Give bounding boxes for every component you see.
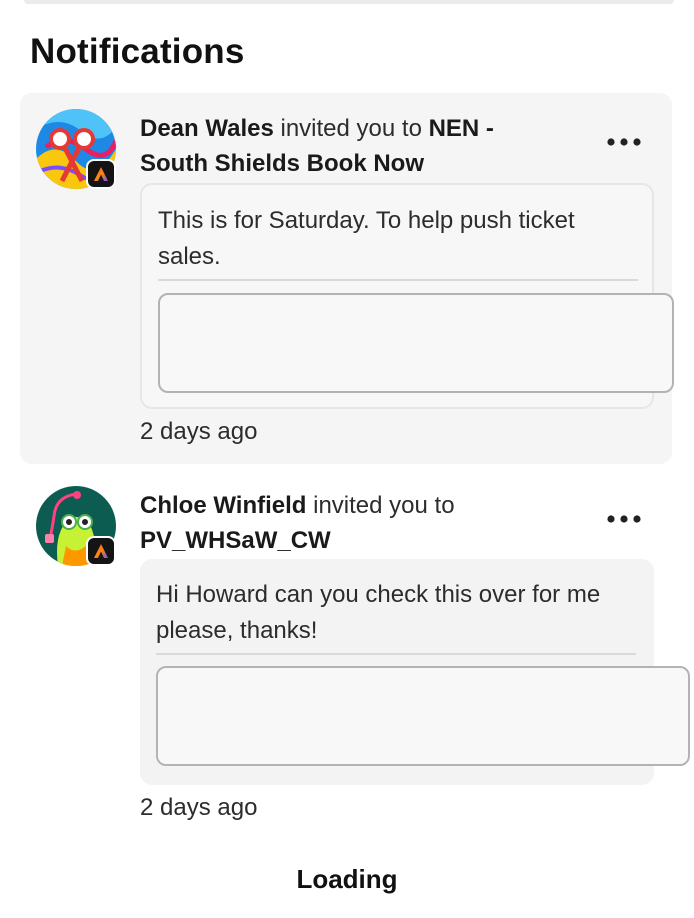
- panel-title: Notifications: [30, 32, 245, 71]
- notification-item[interactable]: Dean Wales invited you to NEN - South Sh…: [20, 93, 674, 464]
- notification-action: invited you to: [280, 115, 422, 142]
- message-card: This is for Saturday. To help push ticke…: [140, 183, 674, 409]
- invite-target[interactable]: PV_WHSaW_CW: [140, 527, 331, 554]
- sender-name[interactable]: Dean Wales: [140, 115, 274, 142]
- sender-name[interactable]: Chloe Winfield: [140, 492, 306, 519]
- ellipsis-icon: [607, 515, 641, 523]
- timestamp: 2 days ago: [140, 418, 258, 445]
- top-divider: [24, 0, 674, 4]
- more-options-button[interactable]: [598, 127, 650, 157]
- notification-action: invited you to: [313, 492, 455, 519]
- notification-item[interactable]: Chloe Winfield invited you to PV_WHSaW_C…: [20, 470, 690, 830]
- message-card: Hi Howard can you check this over for me…: [140, 559, 690, 785]
- invite-message: This is for Saturday. To help push ticke…: [158, 203, 638, 281]
- adobe-express-icon: [86, 536, 116, 566]
- preview-thumbnail[interactable]: [156, 666, 690, 766]
- invite-message: Hi Howard can you check this over for me…: [156, 577, 636, 655]
- more-options-button[interactable]: [598, 504, 650, 534]
- preview-thumbnail[interactable]: [158, 293, 674, 393]
- loading-indicator: Loading: [296, 864, 398, 894]
- ellipsis-icon: [607, 138, 641, 146]
- notification-text: Dean Wales invited you to NEN - South Sh…: [140, 111, 540, 181]
- timestamp: 2 days ago: [140, 794, 258, 821]
- notification-text: Chloe Winfield invited you to PV_WHSaW_C…: [140, 488, 540, 558]
- adobe-express-icon: [86, 159, 116, 189]
